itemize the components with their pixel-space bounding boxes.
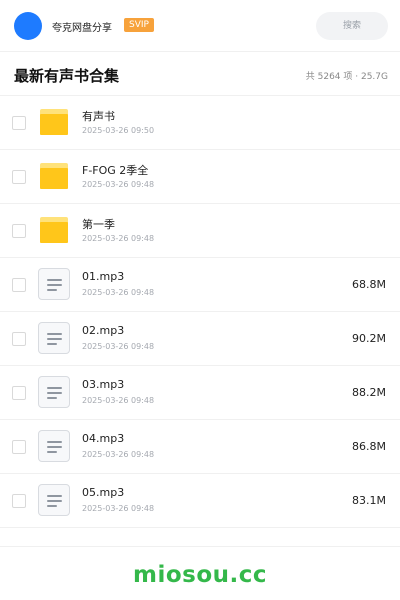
select-checkbox[interactable] xyxy=(12,386,26,400)
select-checkbox[interactable] xyxy=(12,170,26,184)
list-item-folder[interactable]: 第一季 2025-03-26 09:48 xyxy=(0,204,400,258)
select-checkbox[interactable] xyxy=(12,278,26,292)
item-size: 90.2M xyxy=(352,332,386,345)
item-name: 第一季 xyxy=(82,218,115,231)
select-checkbox[interactable] xyxy=(12,332,26,346)
audio-file-icon xyxy=(38,430,70,462)
svip-badge: SVIP xyxy=(124,18,154,32)
folder-icon xyxy=(40,217,68,243)
item-size: 68.8M xyxy=(352,278,386,291)
select-checkbox[interactable] xyxy=(12,224,26,238)
select-checkbox[interactable] xyxy=(12,440,26,454)
file-list: 有声书 2025-03-26 09:50 F-FOG 2季全 2025-03-2… xyxy=(0,96,400,528)
site-watermark: miosou.cc xyxy=(132,562,268,588)
select-checkbox[interactable] xyxy=(12,494,26,508)
item-name: 03.mp3 xyxy=(82,378,125,391)
folder-title-bar: 最新有声书合集 共 5264 项 · 25.7G xyxy=(0,52,400,96)
list-item-folder[interactable]: F-FOG 2季全 2025-03-26 09:48 xyxy=(0,150,400,204)
audio-file-icon xyxy=(38,268,70,300)
item-size: 88.2M xyxy=(352,386,386,399)
list-item-file[interactable]: 03.mp3 2025-03-26 09:48 88.2M xyxy=(0,366,400,420)
item-name: 02.mp3 xyxy=(82,324,125,337)
item-date: 2025-03-26 09:48 xyxy=(82,180,155,189)
audio-file-icon xyxy=(38,484,70,516)
item-name: 05.mp3 xyxy=(82,486,125,499)
item-date: 2025-03-26 09:48 xyxy=(82,504,155,513)
avatar[interactable] xyxy=(14,12,42,40)
page-title: 最新有声书合集 xyxy=(14,67,120,85)
share-owner-name: 夸克网盘分享 xyxy=(52,23,112,34)
item-date: 2025-03-26 09:48 xyxy=(82,396,155,405)
item-date: 2025-03-26 09:50 xyxy=(82,126,155,135)
footer-divider xyxy=(0,546,400,547)
item-name: 01.mp3 xyxy=(82,270,125,283)
folder-icon xyxy=(40,109,68,135)
share-header: 夸克网盘分享 SVIP 搜索 xyxy=(0,0,400,52)
list-item-file[interactable]: 02.mp3 2025-03-26 09:48 90.2M xyxy=(0,312,400,366)
audio-file-icon xyxy=(38,322,70,354)
item-date: 2025-03-26 09:48 xyxy=(82,342,155,351)
select-checkbox[interactable] xyxy=(12,116,26,130)
item-name: 有声书 xyxy=(82,110,115,123)
list-item-folder[interactable]: 有声书 2025-03-26 09:50 xyxy=(0,96,400,150)
item-size: 83.1M xyxy=(352,494,386,507)
item-size: 86.8M xyxy=(352,440,386,453)
list-item-file[interactable]: 04.mp3 2025-03-26 09:48 86.8M xyxy=(0,420,400,474)
item-date: 2025-03-26 09:48 xyxy=(82,288,155,297)
item-name: F-FOG 2季全 xyxy=(82,164,149,177)
list-item-file[interactable]: 01.mp3 2025-03-26 09:48 68.8M xyxy=(0,258,400,312)
search-input[interactable]: 搜索 xyxy=(316,12,388,40)
item-name: 04.mp3 xyxy=(82,432,125,445)
item-date: 2025-03-26 09:48 xyxy=(82,450,155,459)
item-date: 2025-03-26 09:48 xyxy=(82,234,155,243)
folder-icon xyxy=(40,163,68,189)
audio-file-icon xyxy=(38,376,70,408)
folder-summary: 共 5264 项 · 25.7G xyxy=(305,72,388,82)
list-item-file[interactable]: 05.mp3 2025-03-26 09:48 83.1M xyxy=(0,474,400,528)
